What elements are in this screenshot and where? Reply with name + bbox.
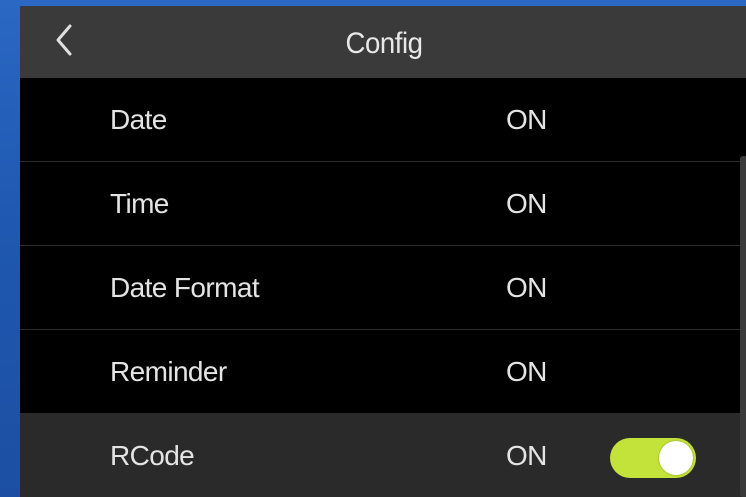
setting-value: ON	[506, 440, 547, 471]
setting-value: ON	[506, 272, 547, 303]
setting-label: Date	[110, 104, 167, 135]
setting-label: Date Format	[110, 272, 260, 303]
setting-value: ON	[506, 356, 547, 387]
settings-row-date-format[interactable]: Date Format ON	[20, 246, 746, 330]
settings-row-time[interactable]: Time ON	[20, 162, 746, 246]
rcode-toggle[interactable]	[610, 438, 696, 478]
setting-value: ON	[506, 188, 547, 219]
settings-row-reminder[interactable]: Reminder ON	[20, 330, 746, 414]
toggle-knob	[659, 441, 693, 475]
scrollbar[interactable]	[740, 156, 746, 497]
setting-value: ON	[506, 104, 547, 135]
setting-label: RCode	[110, 440, 195, 471]
settings-row-date[interactable]: Date ON	[20, 78, 746, 162]
page-title: Config	[345, 27, 423, 60]
settings-list: Date ON Time ON Date Format ON Reminder …	[20, 78, 746, 497]
config-screen: Config Date ON Time ON Date Format ON Re…	[20, 6, 746, 497]
header-bar: Config	[20, 6, 746, 78]
settings-row-rcode[interactable]: RCode ON	[20, 414, 746, 497]
device-frame: Config Date ON Time ON Date Format ON Re…	[0, 0, 746, 497]
setting-label: Time	[110, 188, 169, 219]
setting-label: Reminder	[110, 356, 227, 387]
